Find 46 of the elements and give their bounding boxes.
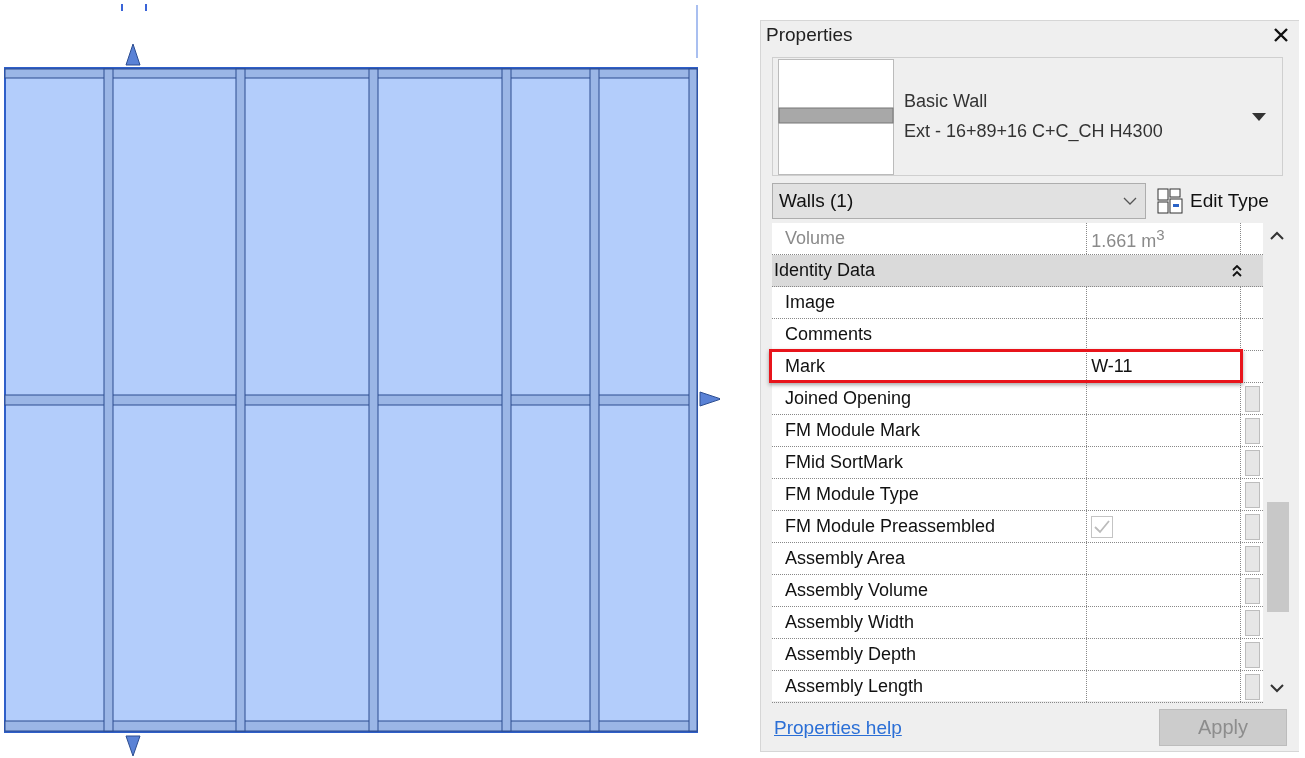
parameter-value[interactable]: W-11 — [1087, 351, 1242, 382]
flip-down-arrow-icon[interactable] — [125, 735, 141, 757]
associate-parameter-button[interactable] — [1244, 449, 1260, 476]
guide-line — [696, 5, 698, 58]
associate-parameter-button[interactable] — [1244, 577, 1260, 604]
parameter-name: Assembly Volume — [772, 575, 1088, 606]
flip-right-arrow-icon[interactable] — [699, 391, 720, 407]
collapse-icon — [1231, 264, 1243, 277]
parameter-name: FM Module Type — [772, 479, 1088, 510]
associate-parameter-button[interactable] — [1244, 481, 1260, 508]
parameter-name: Volume — [772, 223, 1088, 254]
group-header[interactable]: Identity Data — [772, 255, 1263, 287]
panel-title: Properties — [766, 24, 853, 46]
parameter-name: FM Module Mark — [772, 415, 1088, 446]
scrollbar-thumb[interactable] — [1267, 502, 1289, 612]
parameter-name: Assembly Depth — [772, 639, 1088, 670]
properties-help-link[interactable]: Properties help — [774, 716, 902, 739]
dropdown-caret-icon — [1252, 112, 1266, 121]
category-dropdown[interactable]: Walls (1) — [772, 183, 1146, 219]
edit-type-button[interactable]: Edit Type — [1156, 187, 1269, 215]
close-icon[interactable] — [1273, 27, 1289, 43]
parameter-name: Joined Opening — [772, 383, 1088, 414]
flip-up-arrow-icon[interactable] — [125, 43, 141, 66]
chevron-down-icon — [1123, 197, 1137, 205]
associate-parameter-button[interactable] — [1244, 417, 1260, 444]
associate-parameter-button[interactable] — [1244, 641, 1260, 668]
parameter-name: Assembly Width — [772, 607, 1088, 638]
associate-parameter-button[interactable] — [1244, 673, 1260, 700]
dimension-ticks — [121, 4, 147, 11]
parameter-name: FMid SortMark — [772, 447, 1088, 478]
parameter-name: Image — [772, 287, 1088, 318]
parameter-name: Assembly Length — [772, 671, 1088, 702]
parameter-name: Mark — [772, 351, 1088, 382]
type-selector[interactable]: Basic Wall Ext - 16+89+16 C+C_CH H4300 — [772, 57, 1283, 176]
parameter-name: Comments — [772, 319, 1088, 350]
parameter-name: Assembly Area — [772, 543, 1088, 574]
associate-parameter-button[interactable] — [1244, 385, 1260, 412]
parameter-name: FM Module Preassembled — [772, 511, 1088, 542]
scroll-up-icon[interactable] — [1270, 231, 1284, 240]
type-name: Ext - 16+89+16 C+C_CH H4300 — [904, 121, 1164, 142]
associate-parameter-button[interactable] — [1244, 609, 1260, 636]
associate-parameter-button[interactable] — [1244, 545, 1260, 572]
wall-preview-icon — [778, 58, 894, 175]
family-name: Basic Wall — [904, 91, 989, 112]
scroll-down-icon[interactable] — [1270, 684, 1284, 693]
edit-type-icon — [1156, 187, 1184, 215]
